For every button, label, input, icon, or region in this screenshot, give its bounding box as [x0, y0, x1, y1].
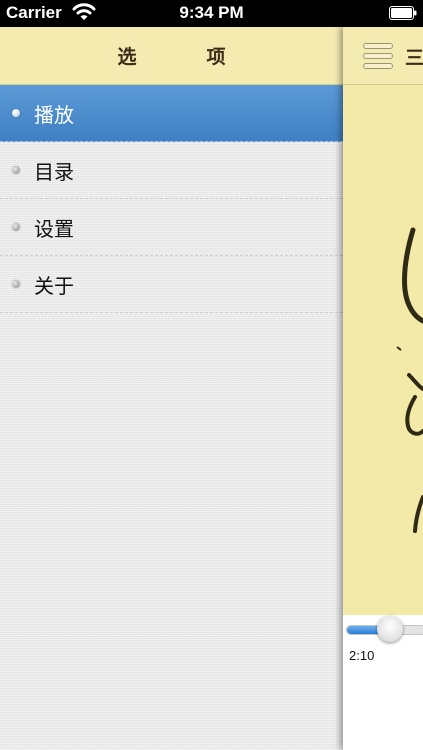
menu-item-label: 关于	[34, 273, 74, 298]
menu-item-label: 目录	[34, 159, 74, 184]
menu-title-right: 项	[206, 46, 226, 68]
menu-item-settings[interactable]: 设置	[0, 199, 343, 256]
content-header: 三	[343, 27, 423, 85]
calligraphy-image	[396, 227, 423, 533]
menu-item-label: 播放	[34, 102, 74, 127]
side-menu: 选 项 播放 目录 设置 关于	[0, 27, 343, 750]
status-time: 9:34 PM	[179, 3, 244, 22]
bullet-icon	[12, 166, 20, 174]
audio-player: 2:10	[343, 615, 423, 750]
menu-list: 播放 目录 设置 关于	[0, 85, 343, 313]
progress-knob[interactable]	[377, 616, 403, 642]
menu-item-play[interactable]: 播放	[0, 85, 343, 142]
bullet-icon	[12, 223, 20, 231]
bullet-icon	[12, 280, 20, 288]
menu-item-catalog[interactable]: 目录	[0, 142, 343, 199]
menu-toggle-icon[interactable]	[363, 43, 393, 69]
menu-item-label: 设置	[34, 216, 74, 241]
bullet-icon	[12, 109, 20, 117]
menu-header: 选 项	[0, 27, 343, 85]
elapsed-time: 2:10	[349, 648, 375, 663]
main-content-panel: 三 2:10	[343, 27, 423, 750]
status-bar: Carrier 9:34 PM	[0, 0, 423, 27]
content-title: 三	[405, 47, 423, 69]
menu-item-about[interactable]: 关于	[0, 256, 343, 313]
battery-icon	[389, 6, 417, 20]
menu-title-left: 选	[117, 46, 137, 68]
